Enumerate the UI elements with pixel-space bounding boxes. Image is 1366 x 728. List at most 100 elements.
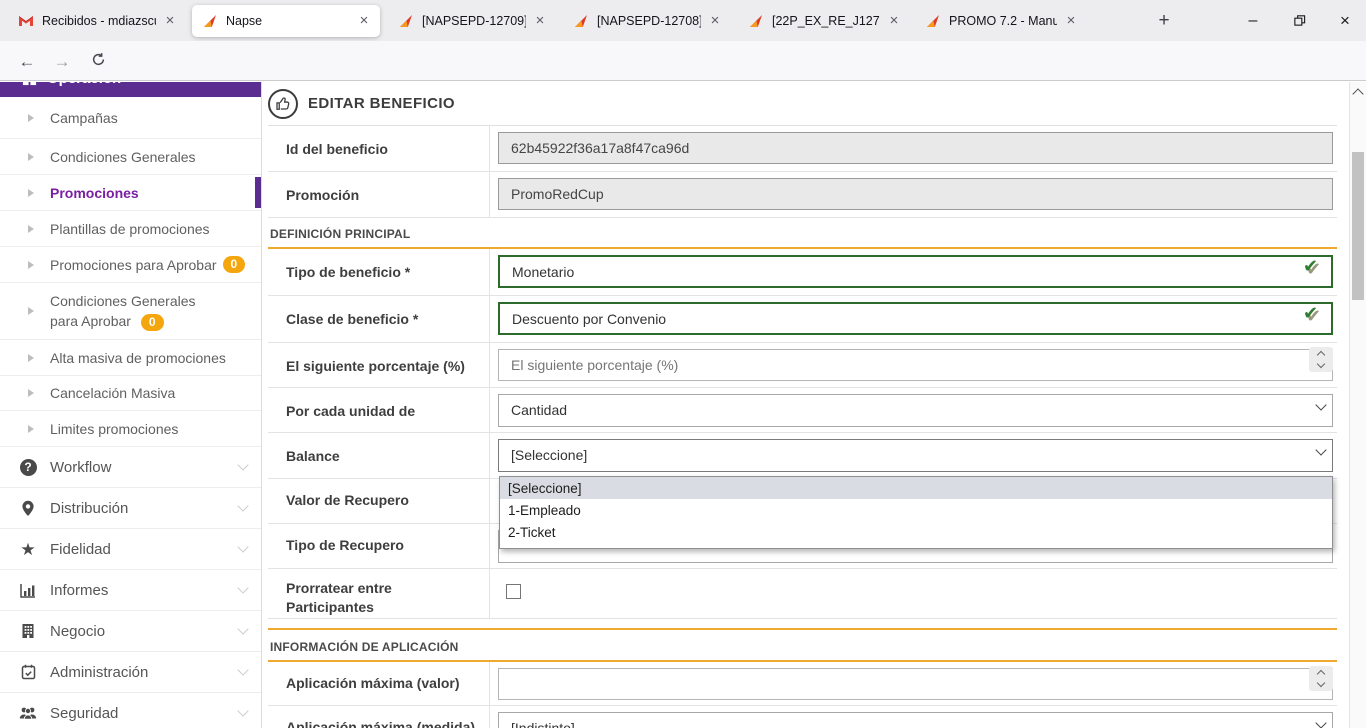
app-page: Operación Campañas Condiciones Generales… <box>0 82 1366 728</box>
sidebar-item-distribucion[interactable]: Distribución <box>0 488 261 529</box>
field-label: Valor de Recupero <box>268 479 490 523</box>
napse-icon <box>925 13 941 29</box>
sidebar-item-administracion[interactable]: Administración <box>0 652 261 693</box>
field-row-tipo-beneficio: Tipo de beneficio * ✔✔ <box>268 249 1337 296</box>
dropdown-option-seleccione[interactable]: [Seleccione] <box>500 477 1332 499</box>
sidebar-item-campanas[interactable]: Campañas <box>0 97 261 139</box>
window-minimize-button[interactable]: – <box>1230 0 1276 41</box>
napse-icon <box>202 13 218 29</box>
caret-right-icon <box>28 425 34 433</box>
field-label: Balance <box>268 433 490 478</box>
benefit-id-field <box>498 132 1333 164</box>
field-label: Aplicación máxima (medida) <box>268 706 490 728</box>
prorratear-checkbox[interactable] <box>506 584 521 599</box>
chevron-down-icon <box>237 664 248 675</box>
question-circle-icon: ? <box>20 459 37 476</box>
building-icon <box>21 623 35 639</box>
forward-button[interactable]: → <box>48 48 76 76</box>
sidebar-item-informes[interactable]: Informes <box>0 570 261 611</box>
tab-title: [22P_EX_RE_J12708]_ANF_ <box>772 14 880 28</box>
sidebar-item-seguridad[interactable]: Seguridad <box>0 693 261 728</box>
section-header-definicion-principal: DEFINICIÓN PRINCIPAL <box>268 218 1337 249</box>
tipo-beneficio-input[interactable] <box>498 255 1333 288</box>
spinner-up-icon <box>1317 351 1325 359</box>
chevron-down-icon <box>237 459 248 470</box>
sidebar-item-label: Promociones <box>50 185 139 201</box>
tab-close-icon[interactable]: × <box>886 13 902 29</box>
caret-right-icon <box>28 114 34 122</box>
sidebar-item-cancelacion-masiva[interactable]: Cancelación Masiva <box>0 376 261 411</box>
reload-button[interactable] <box>84 48 112 76</box>
tab-close-icon[interactable]: × <box>162 13 178 29</box>
tab-jira-12708[interactable]: [NAPSEPD-12708] [22P_E × <box>563 5 731 37</box>
clase-beneficio-input[interactable] <box>498 302 1333 335</box>
aplicacion-maxima-medida-select[interactable]: [Indistinto] <box>498 712 1333 728</box>
caret-right-icon <box>28 389 34 397</box>
sidebar-item-plantillas[interactable]: Plantillas de promociones <box>0 211 261 247</box>
back-button[interactable]: ← <box>13 48 41 76</box>
sidebar-item-label: Campañas <box>50 110 118 126</box>
page-title: EDITAR BENEFICIO <box>308 95 455 112</box>
tab-title: [NAPSEPD-12708] [22P_E <box>597 14 701 28</box>
window-close-button[interactable]: × <box>1322 0 1366 41</box>
number-spinner[interactable] <box>1309 666 1333 691</box>
scroll-up-icon[interactable] <box>1352 88 1363 99</box>
new-tab-button[interactable]: + <box>1150 8 1178 34</box>
sidebar-item-limites[interactable]: Limites promociones <box>0 411 261 447</box>
napse-icon <box>398 13 414 29</box>
sidebar-item-fidelidad[interactable]: ★Fidelidad <box>0 529 261 570</box>
field-label: Promoción <box>268 172 490 217</box>
sidebar-item-negocio[interactable]: Negocio <box>0 611 261 652</box>
porcentaje-input[interactable] <box>498 349 1333 381</box>
sidebar-item-alta-masiva[interactable]: Alta masiva de promociones <box>0 340 261 376</box>
chevron-down-icon <box>237 541 248 552</box>
browser-toolbar: ← → localhost:7870/promo/benefit/edit?pr… <box>0 41 1366 81</box>
tab-promo-manual[interactable]: PROMO 7.2 - Manual de U × <box>915 5 1087 37</box>
page-scrollbar[interactable] <box>1349 82 1366 728</box>
sidebar-item-label: Alta masiva de promociones <box>50 350 226 366</box>
calendar-icon <box>21 664 36 680</box>
tab-bar: Recibidos - mdiazscully@ × Napse × [NAPS… <box>0 0 1366 41</box>
star-icon: ★ <box>20 541 35 558</box>
tab-jira-12709[interactable]: [NAPSEPD-12709] [22P_E × <box>388 5 556 37</box>
balance-dropdown-list: [Seleccione] 1-Empleado 2-Ticket <box>499 476 1333 549</box>
sidebar-item-promociones[interactable]: Promociones <box>0 175 261 211</box>
chevron-down-icon <box>237 582 248 593</box>
field-row-balance: Balance [Seleccione] <box>268 433 1337 479</box>
sidebar-item-condiciones-generales[interactable]: Condiciones Generales <box>0 139 261 175</box>
chevron-down-icon <box>237 705 248 716</box>
dropdown-option-ticket[interactable]: 2-Ticket <box>500 521 1332 543</box>
aplicacion-maxima-valor-input[interactable] <box>498 668 1333 700</box>
field-label: El siguiente porcentaje (%) <box>268 343 490 387</box>
sidebar-item-workflow[interactable]: ?Workflow <box>0 447 261 488</box>
tab-close-icon[interactable]: × <box>532 13 548 29</box>
section-header-informacion-aplicacion: INFORMACIÓN DE APLICACIÓN <box>268 628 1337 662</box>
field-label: Clase de beneficio * <box>268 296 490 342</box>
tab-close-icon[interactable]: × <box>1063 13 1079 29</box>
browser-window: Recibidos - mdiazscully@ × Napse × [NAPS… <box>0 0 1366 728</box>
number-spinner[interactable] <box>1309 347 1333 372</box>
sidebar-item-promociones-aprobar[interactable]: Promociones para Aprobar0 <box>0 247 261 283</box>
caret-right-icon <box>28 354 34 362</box>
dropdown-option-empleado[interactable]: 1-Empleado <box>500 499 1332 521</box>
field-label: Id del beneficio <box>268 126 490 171</box>
sidebar-item-condiciones-aprobar[interactable]: Condiciones Generales para Aprobar 0 <box>0 283 261 340</box>
count-badge: 0 <box>223 256 246 273</box>
unidad-select[interactable]: Cantidad <box>498 394 1333 427</box>
balance-select[interactable]: [Seleccione] <box>498 439 1333 472</box>
field-row-id: Id del beneficio <box>268 126 1337 172</box>
scrollbar-thumb[interactable] <box>1352 152 1364 300</box>
field-label: Tipo de beneficio * <box>268 249 490 295</box>
tab-close-icon[interactable]: × <box>356 13 372 29</box>
tab-napse-active[interactable]: Napse × <box>192 5 380 37</box>
sidebar-item-label: Informes <box>50 582 108 599</box>
valid-check-icon: ✔✔ <box>1303 256 1325 278</box>
caret-right-icon <box>28 225 34 233</box>
tab-close-icon[interactable]: × <box>707 13 723 29</box>
tab-gmail[interactable]: Recibidos - mdiazscully@ × <box>8 5 186 37</box>
thumbs-up-icon <box>268 89 298 119</box>
sidebar-section-operacion[interactable]: Operación <box>0 82 261 97</box>
tab-anf-doc[interactable]: [22P_EX_RE_J12708]_ANF_ × <box>738 5 910 37</box>
window-restore-button[interactable] <box>1276 0 1322 41</box>
users-icon <box>19 706 37 720</box>
